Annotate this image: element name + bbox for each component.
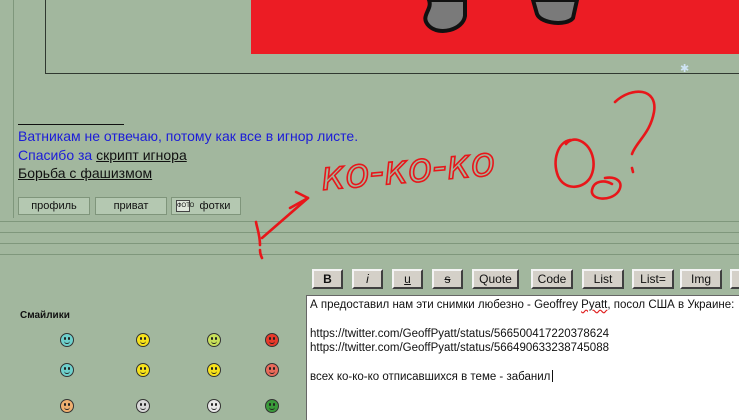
private-message-button[interactable]: приват	[95, 197, 167, 215]
message-line: всех ко-ко-ко отписавшихся в теме - заба…	[310, 369, 739, 384]
separator-line	[0, 221, 739, 222]
more-button[interactable]	[730, 269, 739, 289]
scribble-text: ко-ко-ко	[319, 139, 497, 200]
sad-smiley-icon[interactable]	[207, 363, 221, 377]
bold-button[interactable]: B	[312, 269, 343, 289]
sparkle-icon: ✱	[680, 63, 690, 75]
numbered-list-button[interactable]: List=	[632, 269, 674, 289]
post-image	[251, 0, 739, 54]
list-button[interactable]: List	[582, 269, 624, 289]
separator-line	[0, 254, 739, 255]
post-border-left	[13, 0, 14, 218]
ignore-script-link[interactable]: скрипт игнора	[96, 147, 187, 163]
photos-button[interactable]: ФОТО фотки	[171, 197, 241, 215]
message-line: А предоставил нам эти снимки любезно - G…	[310, 298, 739, 312]
smileys-title: Смайлики	[20, 310, 70, 321]
separator-line	[0, 232, 739, 233]
profile-button[interactable]: профиль	[18, 197, 90, 215]
italic-button[interactable]: i	[352, 269, 383, 289]
message-textarea[interactable]: А предоставил нам эти снимки любезно - G…	[306, 295, 739, 420]
message-text: , посол США в Украине:	[607, 299, 735, 311]
quote-button[interactable]: Quote	[472, 269, 519, 289]
idea-smiley-icon[interactable]	[207, 399, 221, 413]
smile-green-smiley-icon[interactable]	[207, 333, 221, 347]
grin-smiley-icon[interactable]	[60, 333, 74, 347]
photo-icon: ФОТО	[176, 200, 194, 212]
ninja-smiley-icon[interactable]	[136, 399, 150, 413]
message-line: https://twitter.com/GeoffPyatt/status/56…	[310, 327, 609, 340]
underline-button[interactable]: u	[392, 269, 423, 289]
strikethrough-button[interactable]: s	[432, 269, 463, 289]
message-text: А предоставил нам эти снимки любезно - G…	[310, 299, 582, 311]
signature-thanks-text: Спасибо за	[18, 147, 97, 163]
signature-text: Ватникам не отвечаю, потому как все в иг…	[18, 128, 359, 144]
smile-smiley-icon[interactable]	[136, 333, 150, 347]
devil-smiley-icon[interactable]	[265, 399, 279, 413]
separator-line	[0, 243, 739, 244]
signature-divider	[18, 124, 124, 125]
laugh-smiley-icon[interactable]	[60, 399, 74, 413]
red-scribble-annotation: ко-ко-ко	[254, 90, 656, 260]
cool-smiley-icon[interactable]	[60, 363, 74, 377]
code-button[interactable]: Code	[531, 269, 573, 289]
photos-button-label: фотки	[199, 200, 231, 212]
message-line: https://twitter.com/GeoffPyatt/status/56…	[310, 342, 609, 355]
misspelled-word: Pyatt	[581, 299, 608, 311]
fight-fascism-link[interactable]: Борьба с фашизмом	[18, 165, 152, 182]
signature-thanks: Спасибо за скрипт игнора	[18, 147, 187, 164]
wink-smiley-icon[interactable]	[136, 363, 150, 377]
message-text: всех ко-ко-ко отписавшихся в теме - заба…	[310, 370, 551, 383]
text-caret	[552, 369, 554, 382]
image-button[interactable]: Img	[680, 269, 722, 289]
tongue-smiley-icon[interactable]	[265, 363, 279, 377]
angry-smiley-icon[interactable]	[265, 333, 279, 347]
